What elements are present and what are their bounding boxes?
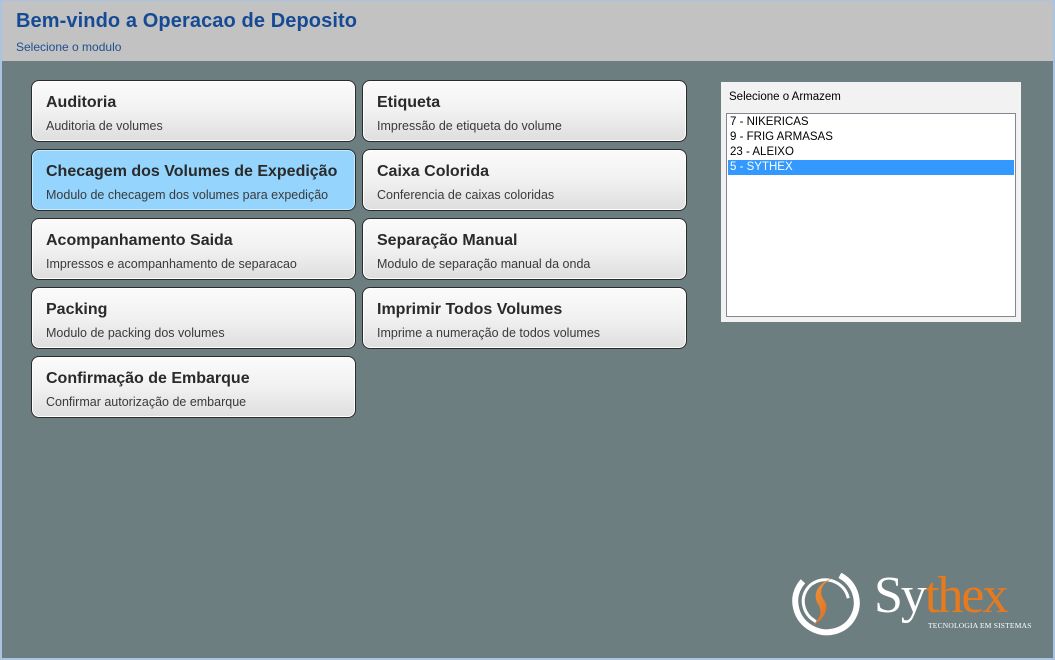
warehouse-item[interactable]: 23 - ALEIXO	[728, 145, 1014, 160]
module-title: Confirmação de Embarque	[46, 370, 250, 387]
module-description: Impressos e acompanhamento de separacao	[46, 257, 297, 271]
module-description: Conferencia de caixas coloridas	[377, 188, 555, 202]
module-description: Imprime a numeração de todos volumes	[377, 326, 601, 340]
module-description: Impressão de etiqueta do volume	[377, 119, 562, 133]
module-description: Modulo de packing dos volumes	[46, 326, 225, 340]
warehouse-item[interactable]: 9 - FRIG ARMASAS	[728, 130, 1014, 145]
module-title: Packing	[46, 301, 108, 318]
logo-wordmark: Sythex	[874, 567, 1009, 624]
module-title: Separação Manual	[377, 232, 518, 249]
warehouse-panel: Selecione o Armazem 7 - NIKERICAS 9 - FR…	[721, 82, 1021, 322]
module-button-auditoria[interactable]: Auditoria Auditoria de volumes	[31, 80, 356, 142]
module-title: Checagem dos Volumes de Expedição	[46, 163, 338, 180]
module-button-packing[interactable]: Packing Modulo de packing dos volumes	[31, 287, 356, 349]
page-title: Bem-vindo a Operacao de Deposito	[16, 10, 358, 32]
module-title: Auditoria	[46, 94, 117, 111]
module-description: Modulo de separação manual da onda	[377, 257, 591, 271]
module-button-checagem-volumes-expedicao[interactable]: Checagem dos Volumes de Expedição Modulo…	[31, 149, 356, 211]
module-button-etiqueta[interactable]: Etiqueta Impressão de etiqueta do volume	[362, 80, 687, 142]
module-description: Confirmar autorização de embarque	[46, 395, 247, 409]
module-title: Caixa Colorida	[377, 163, 490, 180]
header-bar: Bem-vindo a Operacao de Deposito Selecio…	[2, 1, 1053, 61]
module-button-caixa-colorida[interactable]: Caixa Colorida Conferencia de caixas col…	[362, 149, 687, 211]
logo-word-part2: thex	[924, 567, 1009, 624]
module-title: Imprimir Todos Volumes	[377, 301, 563, 318]
module-title: Acompanhamento Saida	[46, 232, 233, 249]
module-description: Auditoria de volumes	[46, 119, 163, 133]
logo-word-part1: Sy	[874, 567, 927, 624]
warehouse-item[interactable]: 7 - NIKERICAS	[728, 115, 1014, 130]
module-button-confirmacao-embarque[interactable]: Confirmação de Embarque Confirmar autori…	[31, 356, 356, 418]
module-description: Modulo de checagem dos volumes para expe…	[46, 188, 329, 202]
warehouse-listbox[interactable]: 7 - NIKERICAS 9 - FRIG ARMASAS 23 - ALEI…	[726, 113, 1016, 317]
module-button-acompanhamento-saida[interactable]: Acompanhamento Saida Impressos e acompan…	[31, 218, 356, 280]
logo-tagline: TECNOLOGIA EM SISTEMAS	[928, 621, 1032, 630]
sythex-logo: Sythex TECNOLOGIA EM SISTEMAS	[788, 562, 1043, 642]
module-button-separacao-manual[interactable]: Separação Manual Modulo de separação man…	[362, 218, 687, 280]
sythex-swirl-logo-icon	[792, 568, 860, 636]
module-title: Etiqueta	[377, 94, 441, 111]
warehouse-label: Selecione o Armazem	[729, 91, 841, 103]
module-button-imprimir-todos-volumes[interactable]: Imprimir Todos Volumes Imprime a numeraç…	[362, 287, 687, 349]
warehouse-item[interactable]: 5 - SYTHEX	[728, 160, 1014, 175]
page-subtitle: Selecione o modulo	[16, 40, 122, 54]
